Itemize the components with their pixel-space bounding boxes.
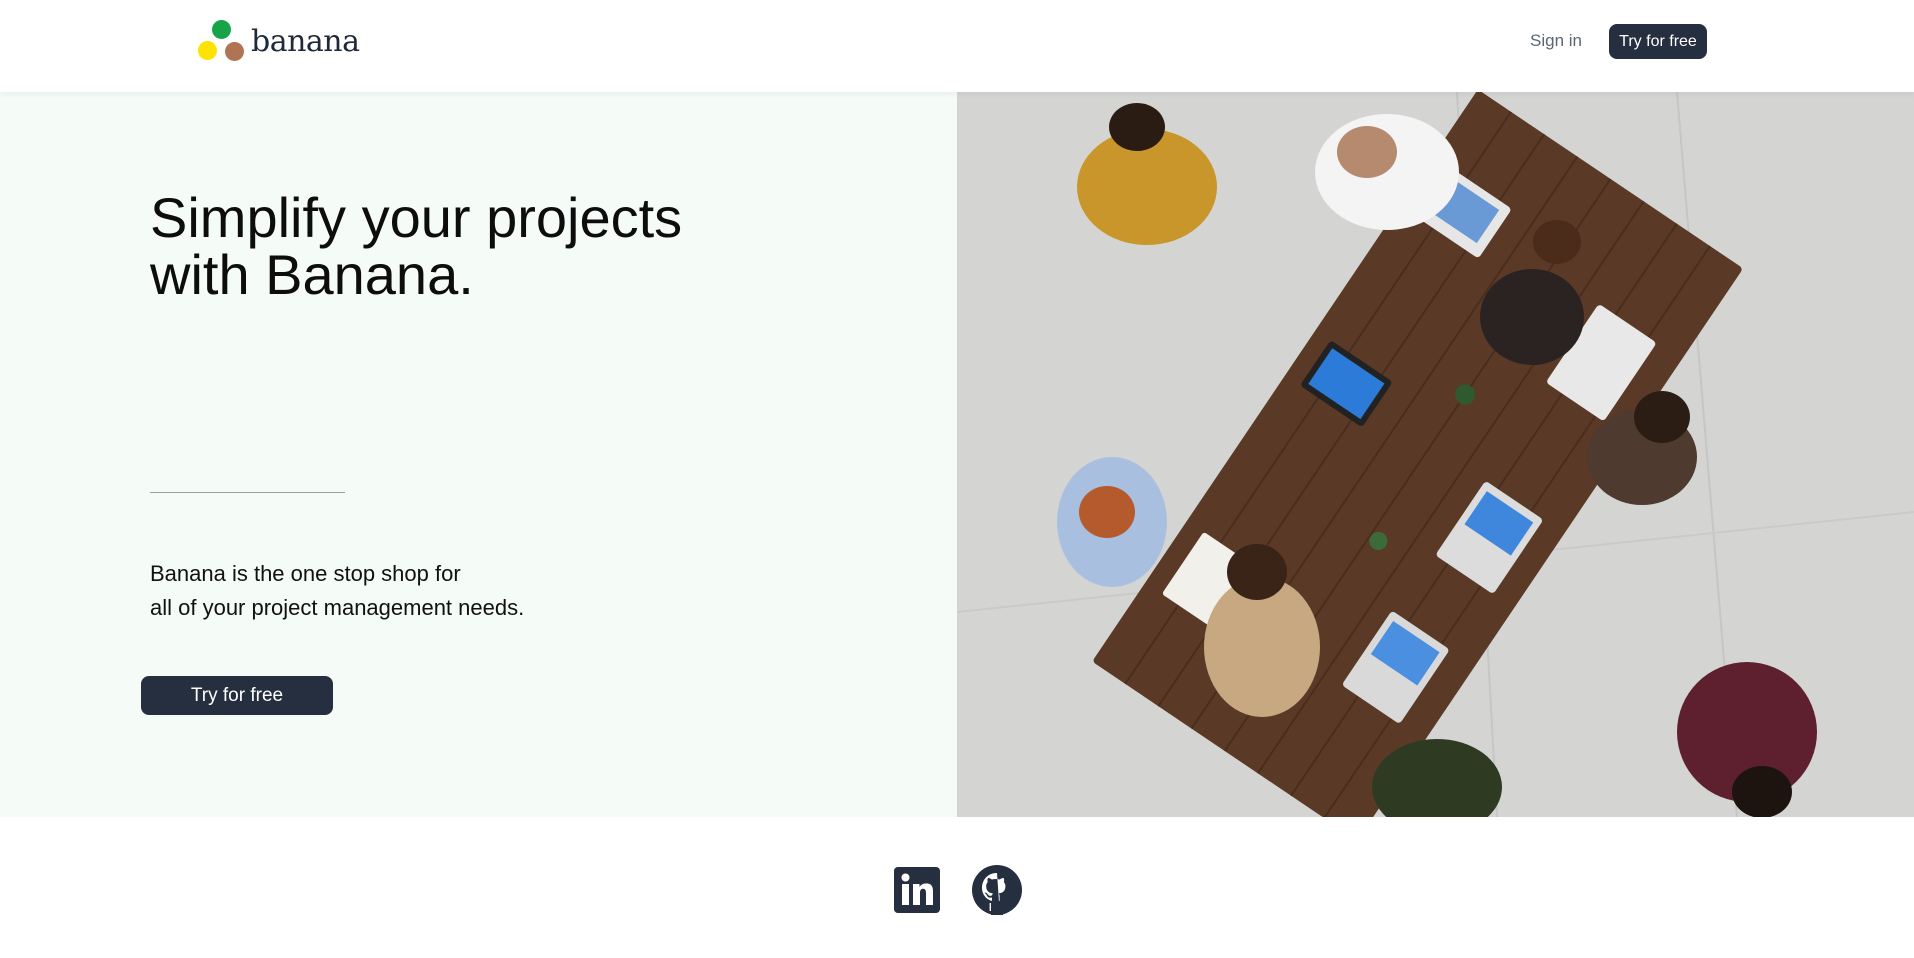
hero-divider	[150, 492, 345, 493]
hero-photo-illustration	[957, 92, 1914, 817]
hero-image	[957, 92, 1914, 817]
footer	[0, 817, 1914, 958]
logo-text: banana	[251, 24, 360, 59]
linkedin-icon[interactable]	[894, 867, 940, 913]
navbar: banana Sign in Try for free	[0, 0, 1914, 92]
nav-try-for-free-button[interactable]: Try for free	[1609, 24, 1707, 59]
logo-dot-green	[212, 20, 231, 39]
logo-dot-brown	[225, 42, 244, 61]
brand-logo[interactable]: banana	[197, 20, 360, 64]
hero-content: Simplify your projects with Banana. Bana…	[0, 92, 957, 817]
hero-headline-line-2: with Banana.	[150, 243, 474, 306]
hero-headline: Simplify your projects with Banana.	[150, 189, 850, 303]
logo-dot-yellow	[198, 41, 217, 60]
hero-try-for-free-button[interactable]: Try for free	[141, 676, 333, 715]
github-icon[interactable]	[972, 865, 1022, 915]
hero-headline-line-1: Simplify your projects	[150, 186, 683, 249]
hero-description: Banana is the one stop shop for all of y…	[150, 557, 750, 625]
hero-description-line-2: all of your project management needs.	[150, 595, 525, 620]
hero-description-line-1: Banana is the one stop shop for	[150, 561, 461, 586]
sign-in-link[interactable]: Sign in	[1530, 31, 1582, 51]
